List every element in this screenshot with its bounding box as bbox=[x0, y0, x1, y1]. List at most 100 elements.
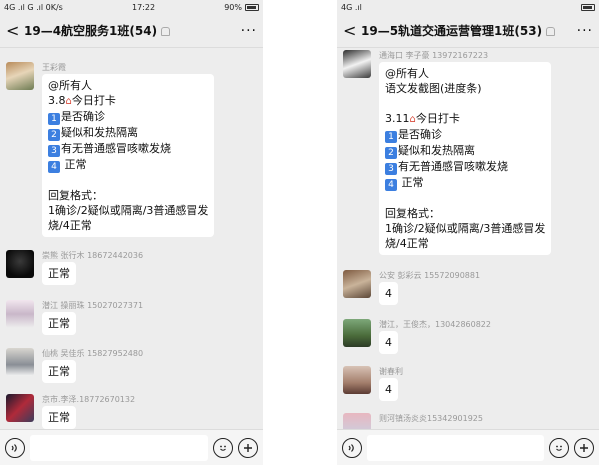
avatar[interactable] bbox=[343, 319, 371, 347]
message-line bbox=[385, 191, 545, 206]
message-line: 3.8⌂今日打卡 bbox=[48, 94, 116, 107]
battery-percent: 90% bbox=[224, 2, 242, 12]
message-line: 1确诊/2疑似或隔离/3普通感冒发 bbox=[385, 222, 546, 235]
sender-name: 王彩霞 bbox=[42, 63, 66, 72]
message-line: 正常 bbox=[48, 365, 70, 378]
message-input[interactable] bbox=[367, 434, 544, 461]
signal-indicator: 4G .ıl bbox=[341, 2, 362, 12]
clock: 17:22 bbox=[132, 2, 156, 12]
message-line: 正常 bbox=[48, 267, 70, 280]
message-bubble[interactable]: 4 bbox=[379, 378, 398, 401]
message-line: 正常 bbox=[48, 317, 70, 330]
message-line bbox=[48, 173, 208, 188]
number-badge-icon: 2 bbox=[48, 129, 60, 141]
message-line bbox=[385, 96, 545, 111]
chevron-left-icon[interactable]: < bbox=[343, 21, 361, 40]
right-phone-screen: 4G .ıl < 19—5轨道交通运营管理1班(53) ··· 通海口 李子豪 … bbox=[337, 0, 599, 465]
house-icon: ⌂ bbox=[409, 114, 416, 125]
plus-icon[interactable] bbox=[574, 437, 594, 458]
avatar[interactable] bbox=[6, 62, 34, 90]
avatar[interactable] bbox=[343, 50, 371, 78]
plus-icon[interactable] bbox=[238, 437, 258, 458]
sender-name: 崇熊 张行木 18672442036 bbox=[42, 251, 144, 260]
sender-name: 仙桃 吴佳乐 15827952480 bbox=[42, 349, 144, 358]
message-line: 烧/4正常 bbox=[385, 237, 429, 250]
avatar[interactable] bbox=[6, 300, 34, 328]
group-title: 19—4航空服务1班(54) bbox=[24, 22, 241, 39]
number-badge-icon: 4 bbox=[48, 161, 60, 173]
status-right: 90% bbox=[224, 3, 259, 12]
number-badge-icon: 3 bbox=[385, 163, 397, 175]
message-list: 通海口 李子豪 13972167223 @所有人语文发截图(进度条) 3.11⌂今… bbox=[337, 48, 599, 429]
message-bubble[interactable]: @所有人语文发截图(进度条) 3.11⌂今日打卡 1 是否确诊 2 疑似和发热隔离 3 有无… bbox=[379, 62, 552, 255]
emoji-icon[interactable] bbox=[213, 437, 233, 458]
message-line: 正常 bbox=[48, 411, 70, 424]
message-input[interactable] bbox=[30, 434, 208, 461]
message-line: 3.11⌂今日打卡 bbox=[385, 112, 460, 125]
voice-icon[interactable] bbox=[5, 437, 25, 458]
message-bubble[interactable]: 4 bbox=[379, 282, 398, 305]
message-line: 4 正常 bbox=[385, 175, 545, 191]
message-line: 3 有无普通感冒咳嗽发烧 bbox=[385, 159, 545, 175]
avatar[interactable] bbox=[6, 348, 34, 376]
avatar[interactable] bbox=[6, 250, 34, 278]
sender-name: 通海口 李子豪 13972167223 bbox=[379, 51, 489, 60]
battery-icon bbox=[580, 3, 595, 11]
message-line: @所有人 bbox=[48, 79, 92, 92]
message-bubble[interactable]: 4 bbox=[379, 331, 398, 354]
message-line: 2 疑似和发热隔离 bbox=[385, 143, 545, 159]
message-line: 1 是否确诊 bbox=[385, 127, 545, 143]
message-line: 4 bbox=[385, 336, 392, 349]
number-badge-icon: 1 bbox=[385, 131, 397, 143]
message-line: 1确诊/2疑似或隔离/3普通感冒发 bbox=[48, 204, 209, 217]
left-phone-screen: 4G .ıl G .ıl 0K/s 17:22 90% < 19—4航空服务1班… bbox=[0, 0, 263, 465]
house-icon: ⌂ bbox=[65, 96, 72, 107]
mute-bell-icon bbox=[161, 27, 171, 36]
message-line: 3 有无普通感冒咳嗽发烧 bbox=[48, 141, 208, 157]
avatar[interactable] bbox=[343, 366, 371, 394]
group-title-text: 19—4航空服务1班(54) bbox=[24, 24, 158, 38]
group-title-text: 19—5轨道交通运营管理1班(53) bbox=[361, 24, 543, 38]
signal-indicator: 4G .ıl G .ıl 0K/s bbox=[4, 2, 63, 12]
input-bar bbox=[337, 429, 599, 465]
message-line: 语文发截图(进度条) bbox=[385, 82, 482, 95]
sender-name: 潜江，王俊杰，13042860822 bbox=[379, 320, 491, 329]
message-line: 4 bbox=[385, 287, 392, 300]
emoji-icon[interactable] bbox=[549, 437, 569, 458]
message-line: 4 正常 bbox=[48, 157, 208, 173]
group-title: 19—5轨道交通运营管理1班(53) bbox=[361, 22, 577, 39]
battery-icon bbox=[245, 3, 259, 11]
input-bar bbox=[0, 429, 263, 465]
status-right bbox=[578, 3, 595, 11]
avatar[interactable] bbox=[343, 270, 371, 298]
message-bubble[interactable]: 正常 bbox=[42, 262, 76, 285]
voice-icon[interactable] bbox=[342, 437, 362, 458]
chat-header: < 19—4航空服务1班(54) ··· bbox=[0, 14, 263, 48]
number-badge-icon: 3 bbox=[48, 145, 60, 157]
message-line: 回复格式： bbox=[385, 207, 440, 220]
message-bubble[interactable]: 正常 bbox=[42, 406, 76, 429]
more-icon[interactable]: ··· bbox=[241, 23, 257, 39]
message-bubble[interactable]: @所有人 3.8⌂今日打卡 1 是否确诊 2 疑似和发热隔离 3 有无普通感冒咳嗽发烧 4 正常… bbox=[42, 74, 215, 237]
number-badge-icon: 2 bbox=[385, 147, 397, 159]
status-bar: 4G .ıl bbox=[337, 0, 599, 14]
message-line: 4 bbox=[385, 383, 392, 396]
number-badge-icon: 1 bbox=[48, 113, 60, 125]
avatar[interactable] bbox=[343, 413, 371, 429]
message-line: 1 是否确诊 bbox=[48, 109, 208, 125]
message-line: @所有人 bbox=[385, 67, 429, 80]
chat-header: < 19—5轨道交通运营管理1班(53) ··· bbox=[337, 14, 599, 48]
message-line: 2 疑似和发热隔离 bbox=[48, 125, 208, 141]
message-list: 王彩霞 @所有人 3.8⌂今日打卡 1 是否确诊 2 疑似和发热隔离 3 有无普通感冒咳嗽发烧 4… bbox=[0, 48, 263, 429]
more-icon[interactable]: ··· bbox=[577, 23, 593, 39]
message-line: 烧/4正常 bbox=[48, 219, 92, 232]
sender-name: 京市.李泽.18772670132 bbox=[42, 395, 136, 404]
sender-name: 谢春利 bbox=[379, 367, 403, 376]
avatar[interactable] bbox=[6, 394, 34, 422]
number-badge-icon: 4 bbox=[385, 179, 397, 191]
sender-name: 潜江 操丽珠 15027027371 bbox=[42, 301, 144, 310]
chevron-left-icon[interactable]: < bbox=[6, 21, 24, 40]
message-bubble[interactable]: 正常 bbox=[42, 312, 76, 335]
mute-bell-icon bbox=[546, 27, 556, 36]
message-bubble[interactable]: 正常 bbox=[42, 360, 76, 383]
